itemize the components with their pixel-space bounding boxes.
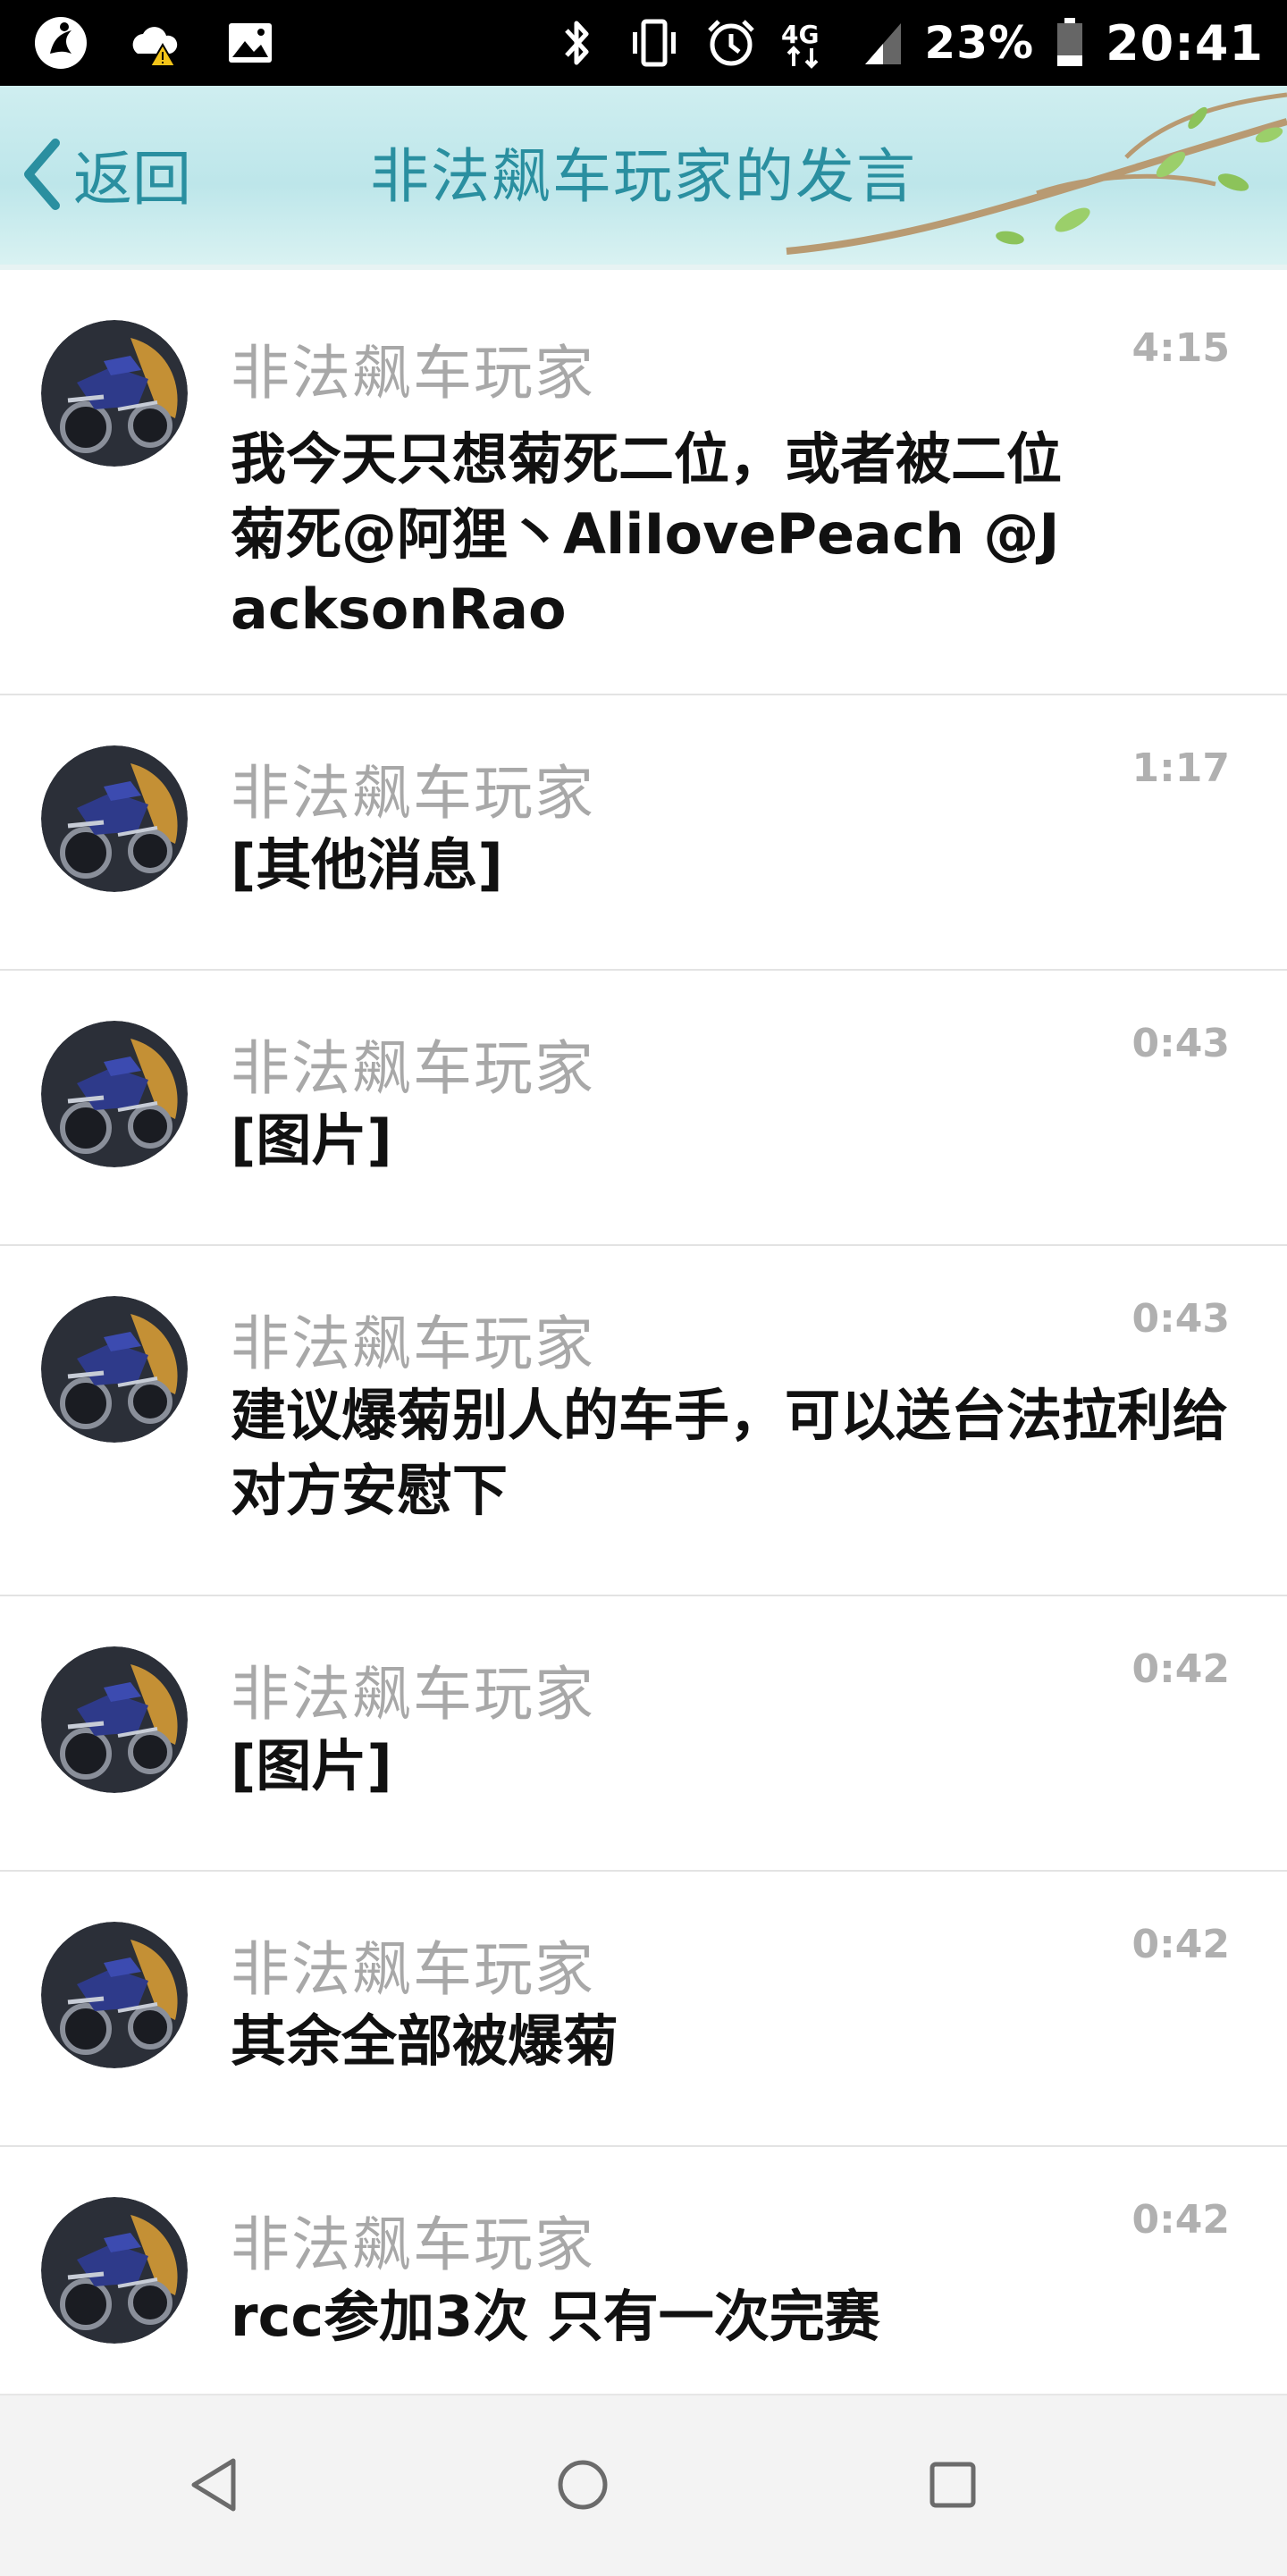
signal-icon [862, 14, 904, 72]
clock-time: 20:41 [1106, 14, 1264, 72]
page-title: 非法飙车玩家的发言 [370, 142, 917, 211]
message-item[interactable]: 非法飙车玩家 0:42 [图片] [0, 1596, 1287, 1872]
message-text: 我今天只想菊死二位，或者被二位菊死@阿狸丶AliIovePeach @Jacks… [231, 426, 1063, 642]
avatar[interactable] [41, 1646, 188, 1793]
system-nav-bar [0, 2394, 1287, 2576]
home-circle-icon [558, 2460, 608, 2510]
message-time: 0:42 [1131, 1646, 1230, 1692]
battery-icon [1054, 14, 1086, 72]
status-bar: 4G 23% 20:41 [0, 0, 1287, 86]
weather-icon [127, 14, 184, 72]
message-text: [其他消息] [231, 832, 503, 897]
nav-home-button[interactable] [538, 2440, 627, 2530]
sender-name: 非法飙车玩家 [231, 759, 595, 828]
sender-name: 非法飙车玩家 [231, 2210, 595, 2279]
avatar[interactable] [41, 320, 188, 467]
header-bar: 返回 非法飙车玩家的发言 [0, 86, 1287, 270]
gallery-icon [222, 14, 279, 72]
sender-name: 非法飙车玩家 [231, 1034, 595, 1103]
sender-name: 非法飙车玩家 [231, 1935, 595, 2004]
message-time: 4:15 [1131, 325, 1230, 371]
sender-name: 非法飙车玩家 [231, 1309, 595, 1378]
bluetooth-icon [549, 14, 606, 72]
messenger-icon [32, 14, 89, 72]
alarm-icon [702, 14, 760, 72]
avatar[interactable] [41, 1922, 188, 2068]
message-text: [图片] [231, 1107, 392, 1173]
avatar[interactable] [41, 1296, 188, 1443]
message-text: 其余全部被爆菊 [231, 2008, 619, 2074]
recents-square-icon [930, 2462, 976, 2508]
message-item[interactable]: 非法飙车玩家 4:15 我今天只想菊死二位，或者被二位菊死@阿狸丶AliIove… [0, 270, 1287, 695]
avatar[interactable] [41, 1021, 188, 1167]
back-triangle-icon [191, 2458, 236, 2512]
sender-name: 非法飙车玩家 [231, 339, 595, 408]
message-text: rcc参加3次 只有一次完赛 [231, 2284, 880, 2349]
message-time: 0:43 [1131, 1296, 1230, 1342]
message-item[interactable]: 非法飙车玩家 0:43 建议爆菊别人的车手，可以送台法拉利给对方安慰下 [0, 1246, 1287, 1596]
message-text: [图片] [231, 1733, 392, 1798]
message-time: 1:17 [1131, 745, 1230, 791]
sender-name: 非法飙车玩家 [231, 1660, 595, 1729]
avatar[interactable] [41, 2197, 188, 2344]
message-text: 建议爆菊别人的车手，可以送台法拉利给对方安慰下 [231, 1383, 1229, 1523]
message-item[interactable]: 非法飙车玩家 1:17 [其他消息] [0, 695, 1287, 971]
network-icon: 4G [779, 14, 842, 72]
avatar[interactable] [41, 745, 188, 892]
message-time: 0:43 [1131, 1021, 1230, 1066]
nav-recents-button[interactable] [908, 2440, 997, 2530]
message-list[interactable]: 非法飙车玩家 4:15 我今天只想菊死二位，或者被二位菊死@阿狸丶AliIove… [0, 270, 1287, 2394]
vibrate-icon [626, 14, 683, 72]
message-item[interactable]: 非法飙车玩家 0:42 其余全部被爆菊 [0, 1872, 1287, 2147]
message-item[interactable]: 非法飙车玩家 0:43 [图片] [0, 971, 1287, 1246]
message-time: 0:42 [1131, 2197, 1230, 2243]
battery-percent: 23% [924, 17, 1035, 69]
svg-text:4G: 4G [781, 20, 819, 49]
nav-back-button[interactable] [170, 2440, 259, 2530]
message-item[interactable]: 非法飙车玩家 0:42 rcc参加3次 只有一次完赛 [0, 2147, 1287, 2394]
message-time: 0:42 [1131, 1922, 1230, 1967]
